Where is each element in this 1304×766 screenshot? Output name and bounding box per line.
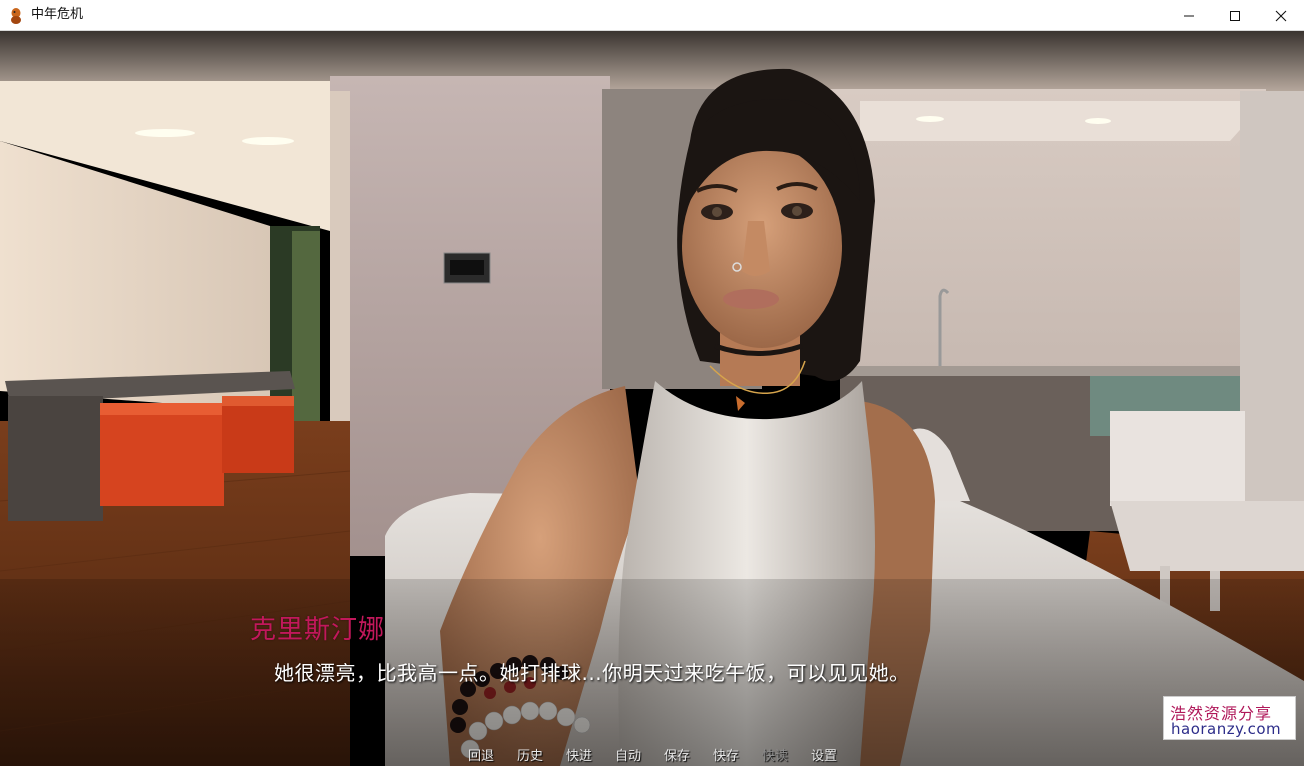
minimize-icon [1184, 15, 1194, 16]
quick-menu: 回退 历史 快进 自动 保存 快存 快读 设置 [468, 748, 860, 766]
game-window: 中年危机 克里斯汀娜 她很漂亮，比我高一点。她打排球...你明天过来吃午饭，可以… [0, 0, 1304, 766]
maximize-icon [1230, 10, 1240, 21]
quick-menu-rollback[interactable]: 回退 [468, 748, 517, 766]
quick-menu-auto[interactable]: 自动 [615, 748, 664, 766]
quick-menu-history[interactable]: 历史 [517, 748, 566, 766]
scene-background [0, 31, 1304, 766]
quick-menu-quick-load[interactable]: 快读 [762, 748, 811, 766]
quick-menu-save[interactable]: 保存 [664, 748, 713, 766]
title-bar: 中年危机 [0, 0, 1304, 31]
speaker-name: 克里斯汀娜 [250, 615, 386, 645]
quick-menu-skip[interactable]: 快进 [566, 748, 615, 766]
close-icon [1275, 10, 1287, 21]
maximize-button[interactable] [1212, 0, 1258, 31]
game-scene[interactable]: 克里斯汀娜 她很漂亮，比我高一点。她打排球...你明天过来吃午饭，可以见见她。 [0, 31, 1304, 766]
app-icon [11, 8, 21, 24]
watermark-badge: 浩然资源分享 haoranzy.com [1163, 696, 1296, 740]
minimize-button[interactable] [1166, 0, 1212, 31]
window-title: 中年危机 [31, 7, 84, 22]
close-button[interactable] [1258, 0, 1304, 31]
quick-menu-preferences[interactable]: 设置 [811, 748, 860, 766]
dialogue-text: 她很漂亮，比我高一点。她打排球...你明天过来吃午饭，可以见见她。 [274, 661, 910, 685]
quick-menu-quick-save[interactable]: 快存 [713, 748, 762, 766]
watermark-url: haoranzy.com [1171, 720, 1282, 738]
